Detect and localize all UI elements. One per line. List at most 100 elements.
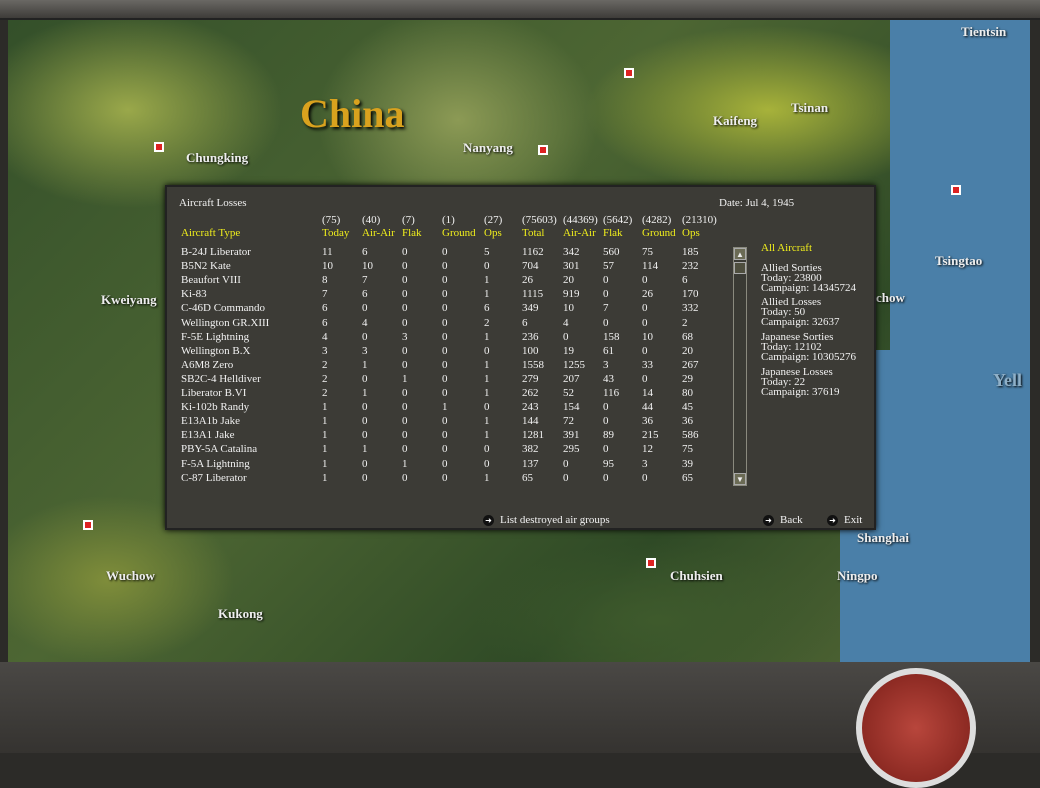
cell: 29 [682,372,693,385]
city-label[interactable]: Tsingtao [935,253,982,269]
column-header[interactable]: Air-Air [362,227,395,239]
header-aircraft-type[interactable]: Aircraft Type [181,227,240,239]
aircraft-losses-dialog: Aircraft Losses Date: Jul 4, 1945 Aircra… [165,185,876,530]
seal-button[interactable] [856,668,976,788]
aircraft-name: SB2C-4 Helldiver [181,372,261,385]
cell: 0 [362,457,368,470]
cell: 1 [484,330,490,343]
cell: 1 [484,429,490,442]
scrollbar[interactable]: ▲ ▼ [733,247,747,486]
city-label[interactable]: Tsinan [791,100,828,116]
column-header[interactable]: Total [522,227,544,239]
cell: 0 [603,443,609,456]
sea-label: Yell [993,370,1022,390]
cell: 0 [642,372,648,385]
city-label[interactable]: Kweiyang [101,292,157,308]
cell: 45 [682,401,693,414]
city-label[interactable]: Chuhsien [670,568,723,584]
cell: 2 [484,316,490,329]
aircraft-name: Ki-83 [181,288,207,301]
cell: 100 [522,344,539,357]
column-total: (40) [362,214,381,226]
aircraft-name: C-87 Liberator [181,471,247,484]
cell: 0 [442,471,448,484]
top-bar [0,0,1040,20]
scroll-down-button[interactable]: ▼ [734,473,746,485]
base-icon[interactable] [624,68,634,78]
city-label[interactable]: Chungking [186,150,248,166]
cell: 12 [642,443,653,456]
column-header[interactable]: Ops [682,227,700,239]
aircraft-name: Beaufort VIII [181,274,241,287]
cell: 1162 [522,246,544,258]
column-total: (1) [442,214,455,226]
cell: 1 [402,372,408,385]
column-header[interactable]: Ground [642,227,676,239]
cell: 1 [322,457,328,470]
city-label[interactable]: Kaifeng [713,113,757,129]
cell: 65 [682,471,693,484]
city-label[interactable]: chow [876,290,905,306]
scroll-thumb[interactable] [734,262,746,274]
cell: 0 [362,372,368,385]
column-header[interactable]: Flak [402,227,422,239]
cell: 0 [603,274,609,287]
cell: 0 [442,288,448,301]
button-label: List destroyed air groups [500,514,610,526]
exit-button[interactable]: ➜ Exit [827,514,862,526]
base-icon[interactable] [83,520,93,530]
cell: 0 [484,260,490,273]
list-destroyed-air-groups-button[interactable]: ➜ List destroyed air groups [483,514,610,526]
city-label[interactable]: Shanghai [857,530,909,546]
japanese-sorties: Japanese Sorties Today: 12102 Campaign: … [761,332,856,363]
cell: 6 [322,316,328,329]
city-label[interactable]: Kukong [218,606,263,622]
cell: 0 [603,288,609,301]
cell: 301 [563,260,580,273]
city-label[interactable]: Tientsin [961,24,1006,40]
allied-sorties: Allied Sorties Today: 23800 Campaign: 14… [761,263,856,294]
arrow-right-icon: ➜ [483,514,494,526]
city-label[interactable]: Nanyang [463,140,513,156]
cell: 6 [522,316,528,329]
cell: 3 [322,344,328,357]
cell: 10 [362,260,373,273]
column-header[interactable]: Today [322,227,349,239]
cell: 68 [682,330,693,343]
base-icon[interactable] [538,145,548,155]
cell: 144 [522,415,539,428]
aircraft-name: E13A1 Jake [181,429,235,442]
column-header[interactable]: Ground [442,227,476,239]
cell: 185 [682,246,699,258]
back-button[interactable]: ➜ Back [763,514,803,526]
cell: 65 [522,471,533,484]
column-header[interactable]: Flak [603,227,623,239]
base-icon[interactable] [154,142,164,152]
cell: 0 [402,344,408,357]
aircraft-name: Liberator B.VI [181,387,247,399]
column-total: (21310) [682,214,717,226]
cell: 0 [484,344,490,357]
cell: 0 [442,415,448,428]
scroll-up-button[interactable]: ▲ [734,248,746,260]
column-total: (75603) [522,214,557,226]
cell: 0 [442,260,448,273]
region-label: China [300,91,405,136]
cell: 3 [402,330,408,343]
filter-all-aircraft[interactable]: All Aircraft [761,242,812,254]
cell: 75 [642,246,653,258]
city-label[interactable]: Wuchow [106,568,155,584]
cell: 0 [402,471,408,484]
cell: 0 [442,302,448,315]
cell: 0 [603,471,609,484]
aircraft-name: Wellington B.X [181,344,251,357]
column-header[interactable]: Ops [484,227,502,239]
aircraft-name: F-5A Lightning [181,457,250,470]
base-icon[interactable] [646,558,656,568]
cell: 0 [362,415,368,428]
cell: 11 [322,246,333,258]
cell: 4 [362,316,368,329]
column-header[interactable]: Air-Air [563,227,596,239]
city-label[interactable]: Ningpo [837,568,877,584]
base-icon[interactable] [951,185,961,195]
